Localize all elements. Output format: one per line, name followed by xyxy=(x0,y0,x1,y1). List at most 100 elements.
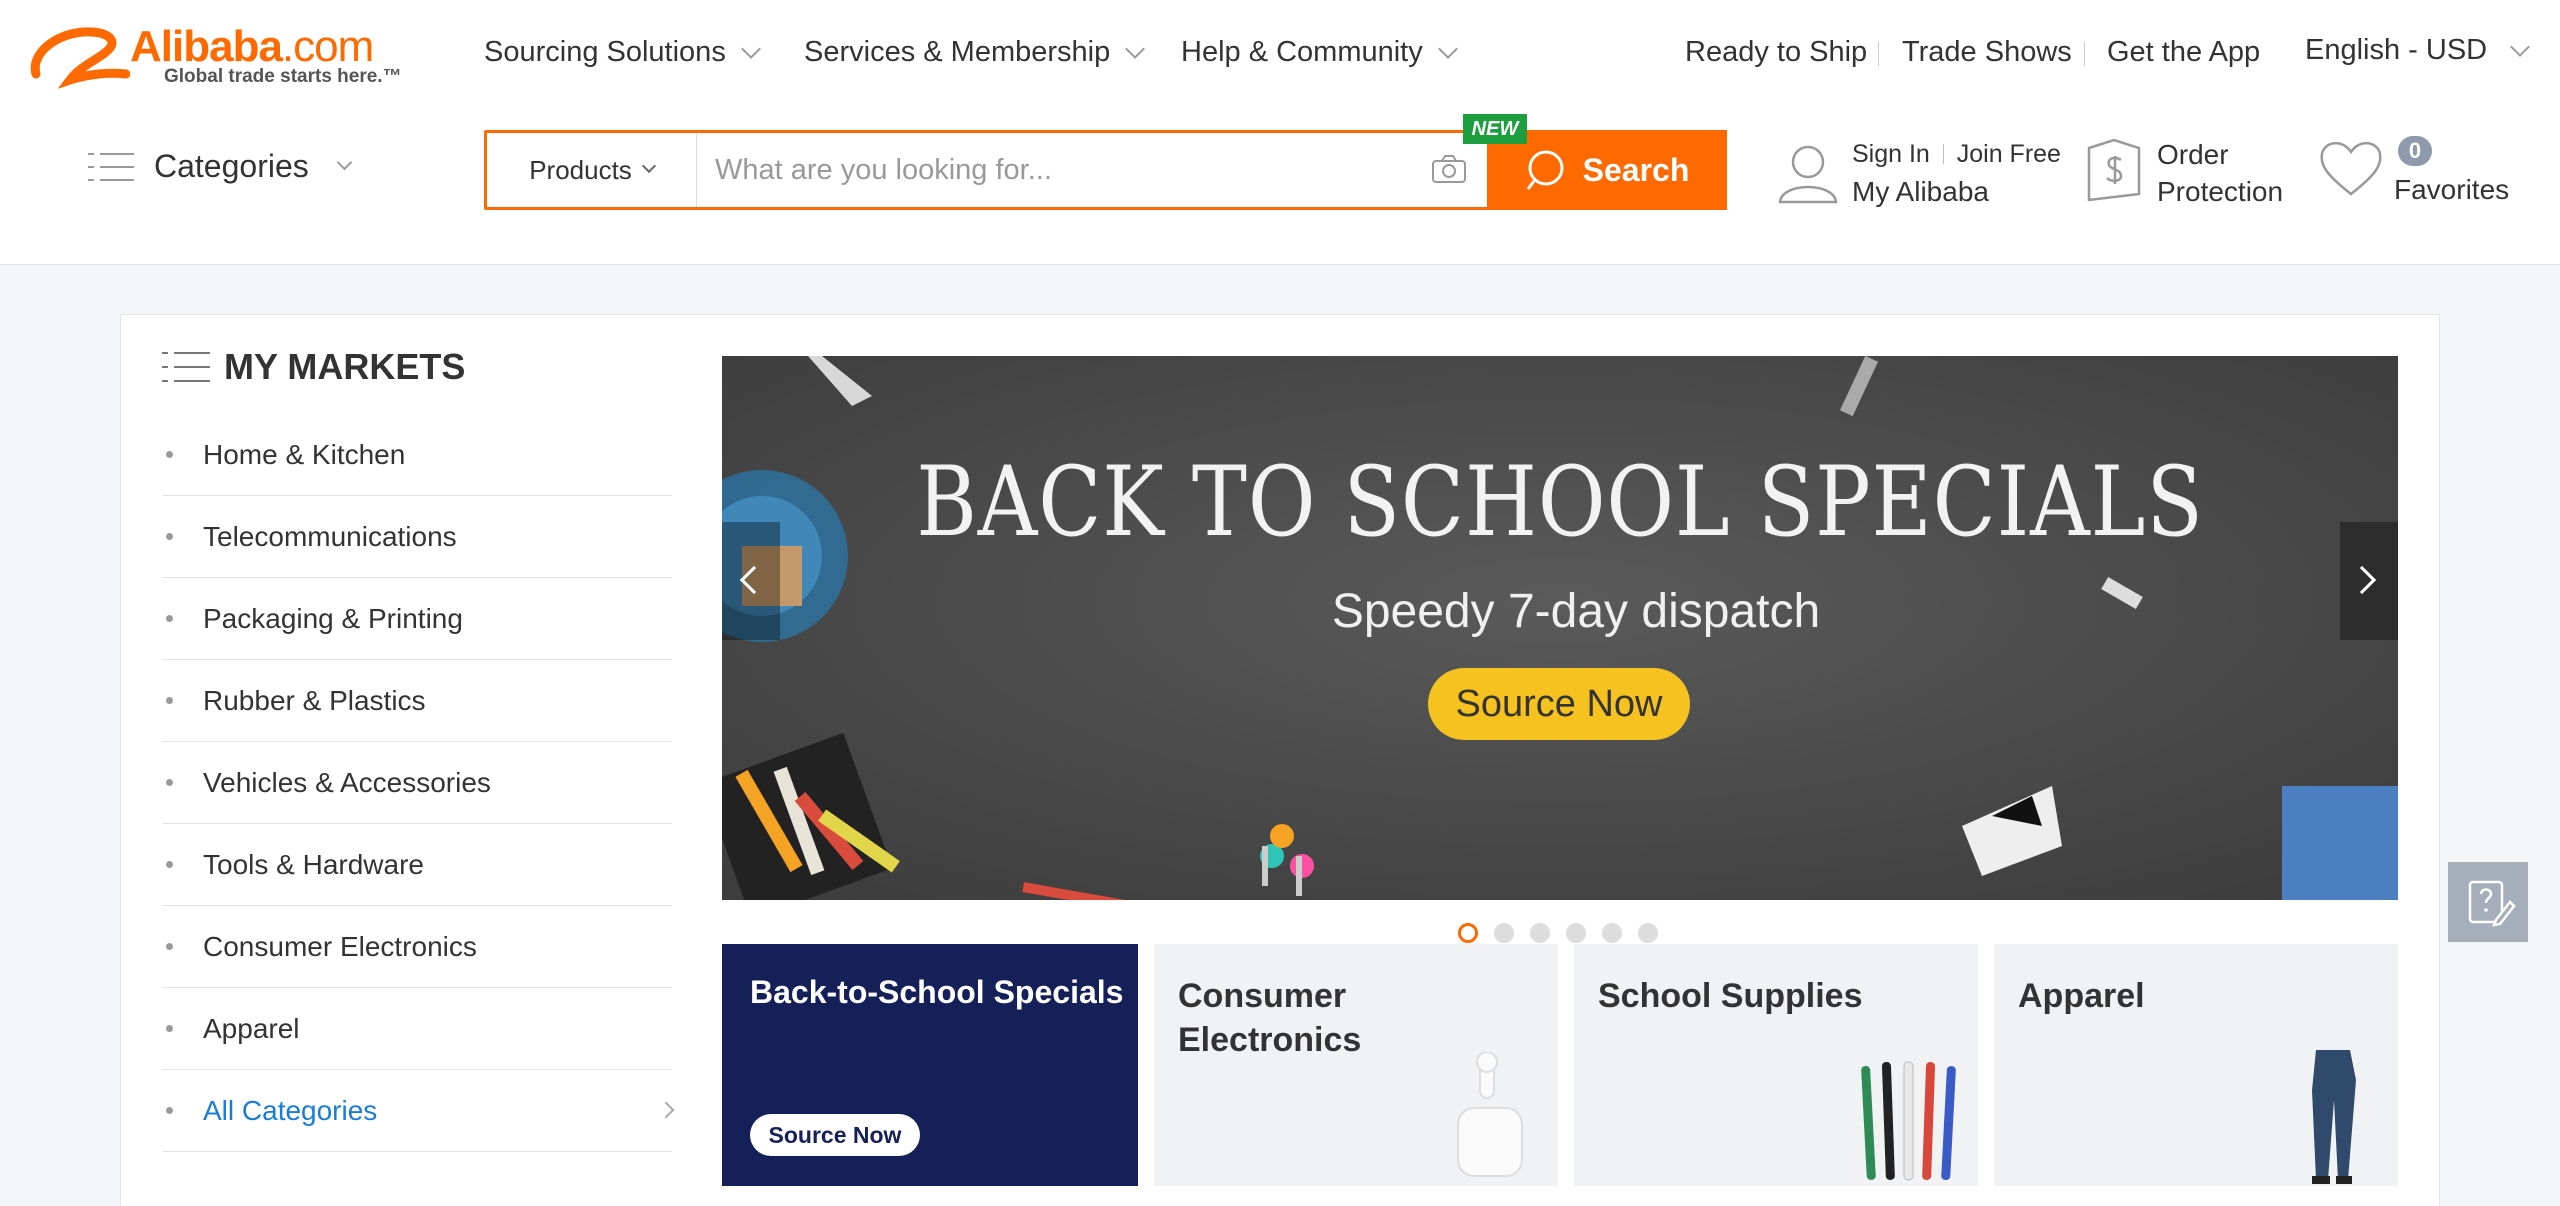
nav-services-membership[interactable]: Services & Membership xyxy=(804,36,1146,69)
bullet xyxy=(166,1107,173,1114)
all-categories-link[interactable]: All Categories xyxy=(162,1070,675,1152)
nav-label: Help & Community xyxy=(1181,36,1423,68)
hero-banner-carousel[interactable]: BACK TO SCHOOL SPECIALS Speedy 7-day dis… xyxy=(722,356,2398,900)
carousel-dot[interactable] xyxy=(1602,923,1622,943)
chevron-down-icon xyxy=(2510,36,2531,57)
divider xyxy=(2084,42,2085,66)
chevron-left-icon xyxy=(739,565,769,595)
chevron-right-icon xyxy=(2347,565,2377,595)
market-item-label: Vehicles & Accessories xyxy=(203,766,491,798)
market-item-home-kitchen[interactable]: Home & Kitchen xyxy=(162,414,672,496)
order-protection[interactable]: Order Protection xyxy=(2085,136,2305,216)
bullet xyxy=(166,533,173,540)
sign-in-link[interactable]: Sign In xyxy=(1852,140,1930,168)
bullet xyxy=(166,451,173,458)
card-title: Back-to-School Specials xyxy=(750,974,1124,1010)
nav-label: Sourcing Solutions xyxy=(484,36,726,68)
order-protection-label: Order Protection xyxy=(2157,136,2283,210)
carousel-dot[interactable] xyxy=(1566,923,1586,943)
market-item-label: Consumer Electronics xyxy=(203,930,477,962)
market-item-label: Packaging & Printing xyxy=(203,602,463,634)
nav-label: Services & Membership xyxy=(804,36,1111,68)
market-item-rubber-plastics[interactable]: Rubber & Plastics xyxy=(162,660,672,742)
bullet xyxy=(166,697,173,704)
market-item-label: Rubber & Plastics xyxy=(203,684,426,716)
nav-sourcing-solutions[interactable]: Sourcing Solutions xyxy=(484,36,761,69)
bullet xyxy=(166,861,173,868)
card-source-now-button[interactable]: Source Now xyxy=(750,1114,920,1156)
banner-subtitle: Speedy 7-day dispatch xyxy=(1331,585,1821,638)
account-links: Sign In Join Free xyxy=(1852,140,2061,169)
my-markets-title: MY MARKETS xyxy=(224,346,466,387)
carousel-next-button[interactable] xyxy=(2340,522,2398,640)
edit-feedback-icon xyxy=(2468,880,2516,927)
categories-menu-button[interactable]: Categories xyxy=(88,148,353,185)
market-item-label: Telecommunications xyxy=(203,520,457,552)
market-item-telecommunications[interactable]: Telecommunications xyxy=(162,496,672,578)
link-trade-shows[interactable]: Trade Shows xyxy=(1902,36,2072,69)
market-item-consumer-electronics[interactable]: Consumer Electronics xyxy=(162,906,672,988)
chevron-down-icon xyxy=(1437,38,1458,59)
carousel-prev-button[interactable] xyxy=(722,522,780,640)
bullet xyxy=(166,779,173,786)
order-protection-line2: Protection xyxy=(2157,176,2284,207)
search-button-label: Search xyxy=(1582,151,1690,188)
promo-card-school-supplies[interactable]: School Supplies xyxy=(1574,944,1978,1186)
chevron-down-icon xyxy=(740,38,761,59)
market-item-vehicles-accessories[interactable]: Vehicles & Accessories xyxy=(162,742,672,824)
link-ready-to-ship[interactable]: Ready to Ship xyxy=(1685,36,1867,69)
search-input[interactable] xyxy=(715,143,1375,197)
market-item-tools-hardware[interactable]: Tools & Hardware xyxy=(162,824,672,906)
promo-card-back-to-school[interactable]: Back-to-School Specials Source Now xyxy=(722,944,1138,1186)
market-item-apparel[interactable]: Apparel xyxy=(162,988,672,1070)
nav-help-community[interactable]: Help & Community xyxy=(1181,36,1458,69)
carousel-dot[interactable] xyxy=(1458,923,1478,943)
search-type-dropdown[interactable]: Products xyxy=(487,133,697,207)
all-categories-label: All Categories xyxy=(203,1094,378,1126)
bullet xyxy=(166,1025,173,1032)
market-item-packaging-printing[interactable]: Packaging & Printing xyxy=(162,578,672,660)
search-bar: Products Search xyxy=(484,130,1727,210)
chevron-down-icon xyxy=(641,158,656,174)
site-header: Alibaba.com Global trade starts here.™ S… xyxy=(0,0,2560,265)
account-menu[interactable]: Sign In Join Free My Alibaba xyxy=(1778,140,2061,210)
link-get-the-app[interactable]: Get the App xyxy=(2107,36,2260,69)
chevron-down-icon xyxy=(1125,38,1146,59)
my-markets-heading: MY MARKETS xyxy=(162,346,465,388)
favorites-label: Favorites xyxy=(2394,174,2510,205)
bullet xyxy=(166,943,173,950)
my-alibaba-label: My Alibaba xyxy=(1852,176,1989,207)
alibaba-logo[interactable]: Alibaba.com Global trade starts here.™ xyxy=(30,22,430,92)
card-title: Apparel xyxy=(2018,977,2145,1015)
favorites[interactable]: 0 Favorites xyxy=(2318,134,2548,214)
card-title: School Supplies xyxy=(1598,977,1863,1015)
carousel-pagination xyxy=(1458,923,1658,943)
promo-card-apparel[interactable]: Apparel xyxy=(1994,944,2398,1186)
join-free-link[interactable]: Join Free xyxy=(1957,140,2061,168)
list-icon xyxy=(88,151,134,183)
carousel-dot[interactable] xyxy=(1530,923,1550,943)
carousel-dot[interactable] xyxy=(1494,923,1514,943)
language-currency-selector[interactable]: English - USD xyxy=(2305,34,2531,67)
divider xyxy=(1878,42,1879,66)
feedback-button[interactable] xyxy=(2448,862,2528,942)
pens-product-image xyxy=(1861,1061,1956,1181)
banner-source-now-button[interactable]: Source Now xyxy=(1428,668,1690,740)
camera-icon[interactable] xyxy=(1432,155,1466,183)
language-label: English - USD xyxy=(2305,34,2488,66)
logo-tagline: Global trade starts here.™ xyxy=(164,66,402,87)
search-type-label: Products xyxy=(529,154,632,185)
chevron-down-icon xyxy=(336,154,353,171)
shield-dollar-icon xyxy=(2087,138,2141,202)
carousel-dot[interactable] xyxy=(1638,923,1658,943)
categories-label: Categories xyxy=(154,148,309,184)
promo-card-consumer-electronics[interactable]: Consumer Electronics xyxy=(1154,944,1558,1186)
banner-title: BACK TO SCHOOL SPECIALS xyxy=(916,446,2204,558)
bullet xyxy=(166,615,173,622)
market-item-label: Home & Kitchen xyxy=(203,438,406,470)
search-icon xyxy=(1526,150,1564,190)
list-icon xyxy=(162,352,210,382)
leggings-product-image xyxy=(2312,1050,2356,1184)
heart-icon xyxy=(2320,142,2382,196)
new-badge: NEW xyxy=(1463,114,1527,144)
